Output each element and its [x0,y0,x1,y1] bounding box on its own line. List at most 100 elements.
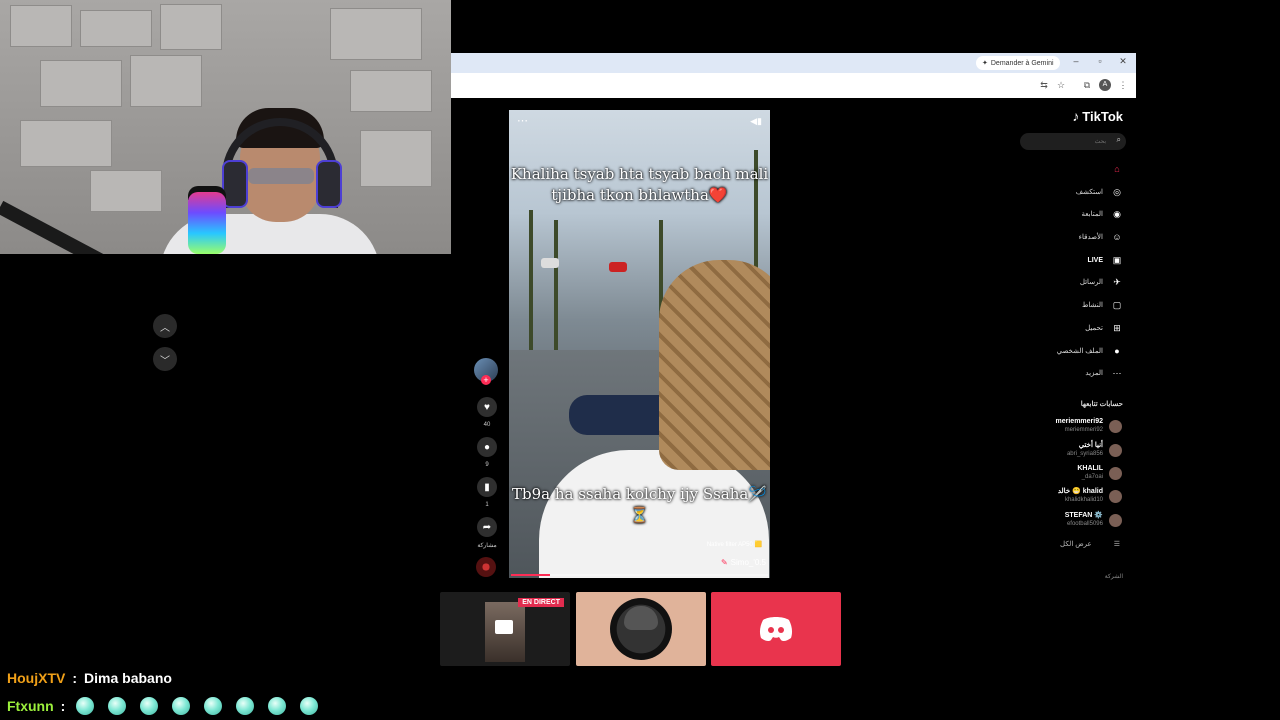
profile-avatar-icon[interactable]: A [1099,79,1111,91]
webcam-overlay [0,0,451,254]
chat-text: Dima babano [84,670,172,686]
save-button[interactable]: ▮ [477,477,497,497]
following-account-item[interactable]: خالد 😁 khalid khalidkhalid10 [1058,488,1122,504]
chat-username: Ftxunn [7,698,54,714]
account-name: KHALIL [1077,465,1103,472]
sidebar-item-friends[interactable]: الأصدقاء ☺ [1079,229,1123,245]
video-player[interactable]: ⋯ ◀▮ Khaliha tsyab hta tsyab bach mali t… [509,110,770,578]
gem-emote-icon [268,697,287,715]
follow-plus-icon[interactable]: + [481,375,491,385]
sidebar-item-compass[interactable]: استكشف ◎ [1076,184,1123,200]
account-name: meriemmeri92 [1055,418,1103,425]
following-account-item[interactable]: meriemmeri92 meriemmeri92 [1056,418,1122,434]
footer-company-link[interactable]: الشركة [1105,573,1123,580]
search-bar[interactable]: ⌕ [1020,133,1126,150]
restore-button[interactable]: ▫ [1093,56,1107,66]
sidebar-item-profile[interactable]: الملف الشخصي ● [1057,343,1123,359]
chat-separator: : [72,670,78,686]
share-button[interactable]: ➦ [477,517,497,537]
tiktok-note-icon: ♪ [1072,108,1080,124]
account-name: STEFAN ⚙️ [1064,512,1103,519]
like-button[interactable]: ♥ [477,397,497,417]
search-input[interactable] [1026,135,1108,149]
comment-icon: ● [483,441,491,453]
account-names: خالد 😁 khalid khalidkhalid10 [1058,488,1103,504]
following-icon: ◉ [1113,208,1121,219]
friends-icon: ☺ [1112,232,1122,242]
sparkle-icon: ✦ [982,60,988,67]
scroll-up-button[interactable]: ︿ [153,314,177,338]
account-avatar [1109,419,1122,433]
kebab-menu-icon[interactable]: ⋮ [1117,79,1129,91]
account-avatar [1109,489,1122,503]
sidebar-item-home[interactable]: ⌂ [1103,161,1123,177]
close-window-button[interactable]: ✕ [1116,56,1130,67]
video-author[interactable]: ✎ Simo_'0.5 [721,558,766,567]
tiktok-logo[interactable]: ♪ TikTok [1072,108,1123,124]
screen-share-icon [495,620,513,634]
account-names: meriemmeri92 meriemmeri92 [1056,418,1103,434]
sidebar-item-label: النشاط [1081,302,1103,309]
sidebar-item-label: المزيد [1085,370,1103,377]
sidebar-item-label: الأصدقاء [1078,234,1103,241]
minimize-button[interactable]: – [1069,56,1083,66]
video-more-icon[interactable]: ⋯ [517,114,528,127]
translate-icon[interactable]: ⇆ [1038,79,1050,91]
channel-logo-card[interactable] [576,592,706,666]
like-count: 40 [483,422,491,428]
account-names: KHALIL _da7oai [1077,465,1103,481]
filter-label[interactable]: Native filter AP50 🟨 [707,541,762,548]
see-all-button[interactable]: عرض الكل ☰ [1060,540,1120,548]
gem-emote-icon [172,697,191,715]
video-caption-top: Khaliha tsyab hta tsyab bach mali tjibha… [510,165,769,204]
comment-button[interactable]: ● [477,437,497,457]
scroll-down-button[interactable]: ﹀ [153,347,177,371]
chevron-down-icon: ﹀ [160,355,170,367]
following-account-item[interactable]: STEFAN ⚙️ efootball5096 [1065,512,1122,528]
account-names: أنيا أختي abri_syria856 [1067,442,1103,458]
messages-icon: ✈ [1113,276,1121,287]
account-avatar [1109,466,1122,480]
sidebar-item-upload[interactable]: تحميل ⊞ [1085,320,1123,336]
search-icon[interactable]: ⌕ [1117,135,1121,145]
account-avatar [1109,513,1122,527]
video-progress-bar[interactable] [511,574,768,576]
account-name: أنيا أختي [1078,442,1103,449]
discord-card[interactable] [711,592,841,666]
live-preview-card[interactable]: EN DIRECT [440,592,570,666]
extensions-icon[interactable]: ⧉ [1081,79,1093,91]
account-handle: efootball5096 [1066,521,1103,527]
music-disc-icon[interactable] [476,557,496,577]
sidebar-item-following[interactable]: المتابعة ◉ [1082,206,1123,222]
account-handle: _da7oai [1081,474,1103,480]
comment-count: 9 [485,462,489,468]
star-icon[interactable]: ☆ [1055,79,1067,91]
gem-emote-icon [204,697,223,715]
activity-icon: ▢ [1112,299,1122,310]
save-count: 1 [485,502,489,508]
channel-logo-helmet-icon [624,606,658,630]
tab-bar: ✦ Demander à Gemini – ▫ ✕ [451,53,1136,73]
more-icon: ⋯ [1112,367,1122,378]
gem-emote-icon [76,697,95,715]
sidebar-item-live[interactable]: LIVE ▣ [1087,252,1123,268]
chat-username: HoujXTV [7,670,66,686]
live-icon: ▣ [1112,254,1122,265]
gemini-button[interactable]: ✦ Demander à Gemini [976,56,1060,70]
chat-separator: : [60,698,66,714]
video-progress-fill [511,574,550,576]
account-handle: meriemmeri92 [1064,427,1103,433]
sidebar-item-label: المتابعة [1081,211,1103,218]
account-handle: abri_syria856 [1066,451,1103,457]
following-account-item[interactable]: KHALIL _da7oai [1077,465,1122,481]
sidebar-item-more[interactable]: المزيد ⋯ [1085,365,1123,381]
profile-icon: ● [1114,346,1120,356]
following-account-item[interactable]: أنيا أختي abri_syria856 [1067,442,1122,458]
sidebar-item-label: الملف الشخصي [1056,348,1103,355]
share-label: مشاركة [477,543,497,549]
sidebar-item-messages[interactable]: الرسائل ✈ [1080,274,1123,290]
account-name: خالد 😁 khalid [1057,488,1103,495]
volume-icon[interactable]: ◀▮ [750,116,762,127]
upload-icon: ⊞ [1113,322,1121,333]
sidebar-item-activity[interactable]: النشاط ▢ [1082,297,1123,313]
